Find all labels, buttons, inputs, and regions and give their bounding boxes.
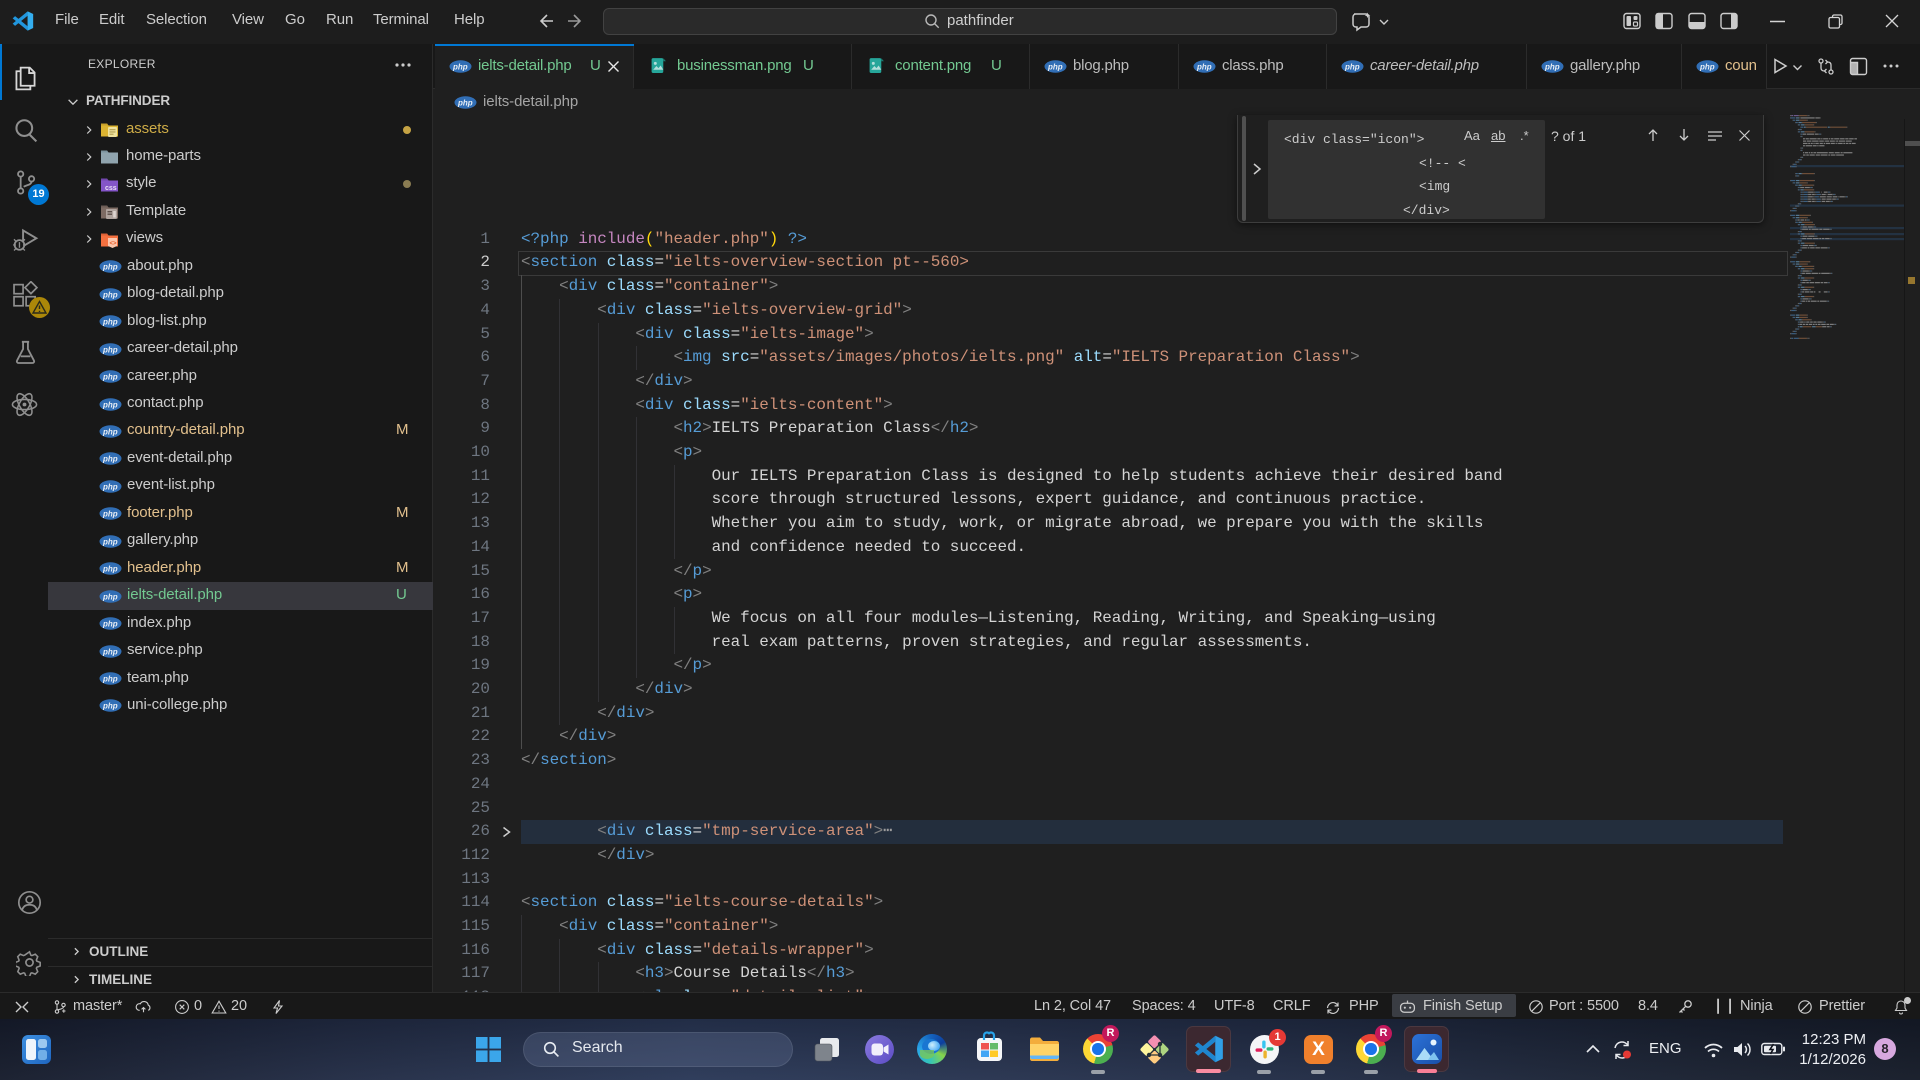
svg-text:php: php bbox=[102, 620, 118, 629]
svg-text:php: php bbox=[1699, 63, 1715, 72]
svg-text:php: php bbox=[102, 345, 118, 354]
svg-text:php: php bbox=[1196, 63, 1212, 72]
svg-text:<>: <> bbox=[110, 241, 118, 247]
svg-text:php: php bbox=[102, 400, 118, 409]
svg-text:php: php bbox=[102, 702, 118, 711]
svg-text:php: php bbox=[102, 510, 118, 519]
svg-text:php: php bbox=[102, 263, 118, 272]
svg-text:php: php bbox=[102, 565, 118, 574]
svg-text:php: php bbox=[102, 373, 118, 382]
svg-text:php: php bbox=[1344, 63, 1360, 72]
svg-text:php: php bbox=[102, 455, 118, 464]
svg-text:php: php bbox=[457, 99, 473, 108]
svg-text:php: php bbox=[1544, 63, 1560, 72]
svg-text:css: css bbox=[105, 185, 117, 192]
svg-text:php: php bbox=[452, 63, 468, 72]
svg-text:php: php bbox=[102, 290, 118, 299]
svg-text:php: php bbox=[102, 592, 118, 601]
svg-text:php: php bbox=[102, 427, 118, 436]
svg-text:php: php bbox=[102, 647, 118, 656]
svg-text:php: php bbox=[102, 318, 118, 327]
svg-text:php: php bbox=[1047, 63, 1063, 72]
svg-text:php: php bbox=[102, 482, 118, 491]
svg-text:php: php bbox=[102, 537, 118, 546]
svg-text:php: php bbox=[102, 675, 118, 684]
